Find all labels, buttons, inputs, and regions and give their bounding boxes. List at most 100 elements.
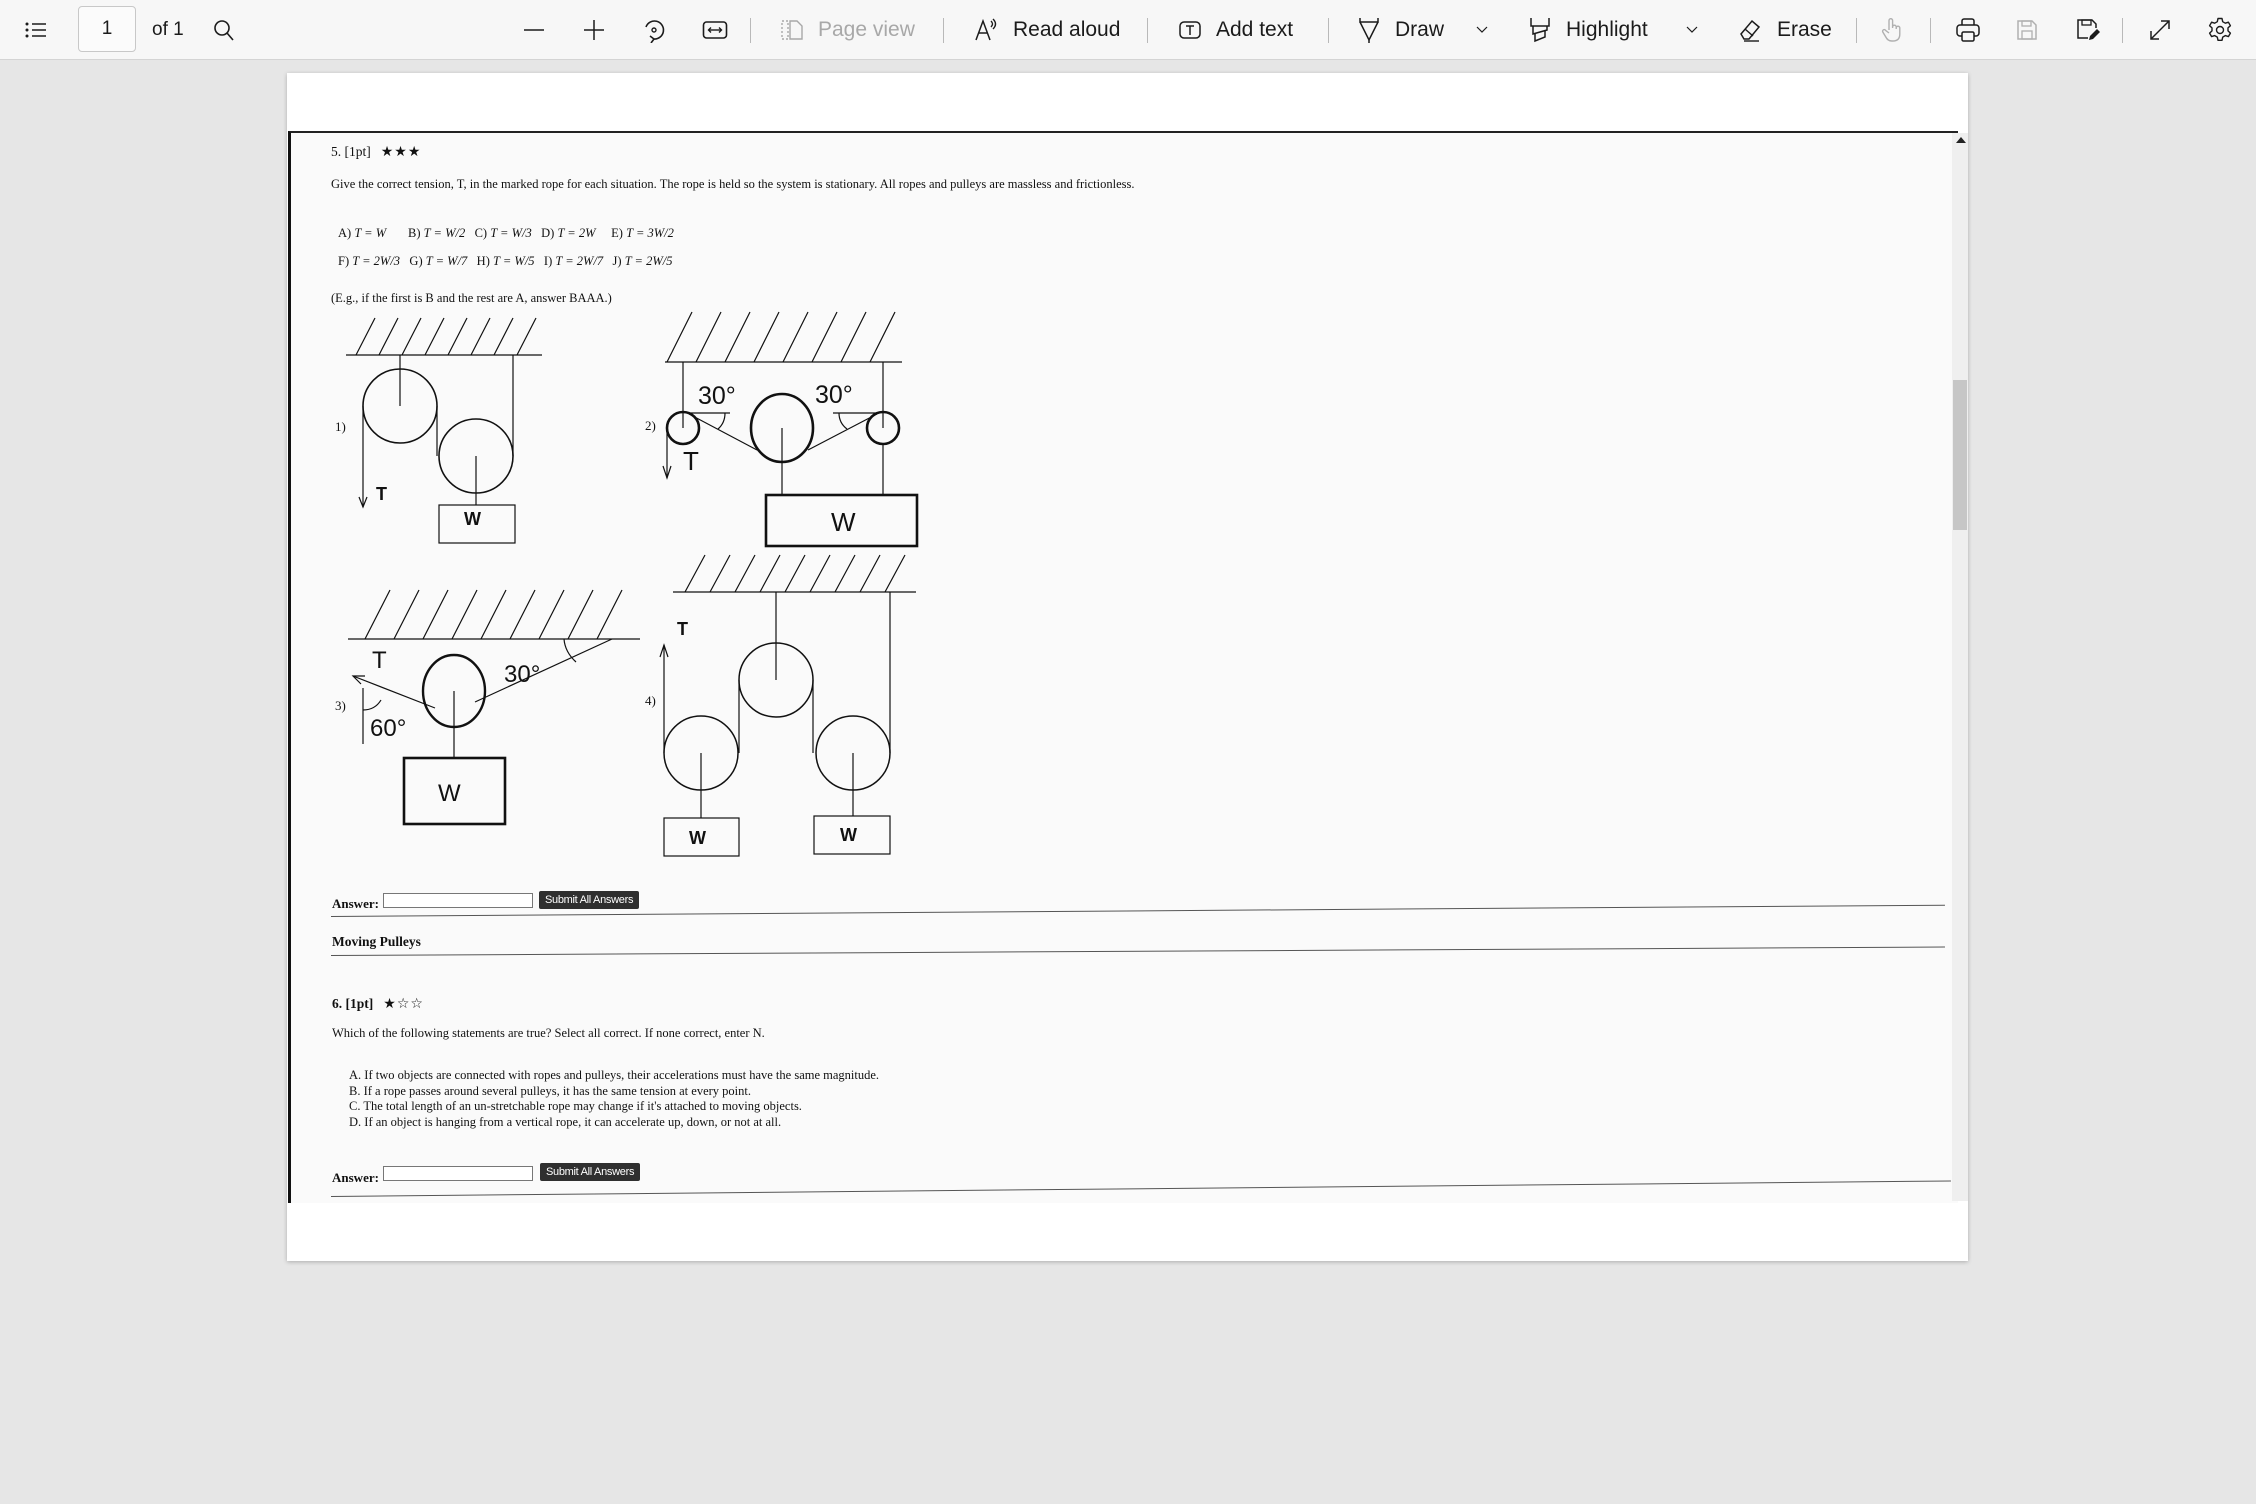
diagram-2-weight-label: W (831, 507, 856, 537)
draw-label: Draw (1395, 18, 1445, 41)
add-text-icon (1179, 21, 1201, 39)
diagram-4-tension-label: T (677, 619, 688, 639)
question-5-answer-input[interactable] (383, 893, 533, 908)
diagram-4-weight-right: W (840, 825, 857, 845)
save-button[interactable] (2015, 0, 2039, 60)
diagram-3-angle-30: 30° (504, 661, 540, 688)
highlight-options-dropdown[interactable] (1686, 0, 1698, 60)
question-6-prompt: Which of the following statements are tr… (332, 1026, 765, 1040)
diagram-3-weight-label: W (438, 780, 461, 807)
page-view-button[interactable]: Page view (780, 0, 915, 60)
chevron-down-icon (1476, 26, 1488, 33)
statement-d: D. If an object is hanging from a vertic… (349, 1114, 782, 1129)
option-key: A) (338, 226, 352, 240)
fit-width-button[interactable] (702, 0, 728, 60)
option-value: T = W/7 (425, 254, 468, 268)
page-view-label: Page view (818, 18, 915, 41)
option-key: F) (338, 254, 350, 268)
diagram-2-angle-right: 30° (815, 381, 853, 409)
plus-icon (584, 20, 604, 40)
option-value: T = 2W (557, 226, 596, 240)
toolbar-divider (750, 18, 751, 43)
save-as-icon (2077, 19, 2100, 40)
page-number-input[interactable]: 1 (78, 6, 136, 52)
read-aloud-button[interactable]: Read aloud (973, 0, 1120, 60)
pdf-toolbar: 1 of 1 Page view Read aloud Add text Dra… (0, 0, 2256, 60)
question-5-prompt: Give the correct tension, T, in the mark… (331, 177, 1135, 191)
chevron-down-icon (1686, 26, 1698, 33)
question-6-answer-input[interactable] (383, 1166, 533, 1181)
fit-width-icon (702, 21, 728, 39)
question-6-header: 6. [1pt] ★☆☆ (332, 996, 424, 1012)
highlighter-icon (1530, 18, 1550, 43)
page-view-icon (781, 20, 803, 40)
zoom-in-button[interactable] (582, 0, 606, 60)
diagram-1-tension-label: T (376, 484, 387, 504)
option-value: T = W/5 (493, 254, 535, 268)
rotate-button[interactable] (641, 0, 667, 60)
pulley-diagrams: 1) T W 2) T 30° 30° W 3) T 60° 30° W 4) … (335, 311, 919, 857)
toolbar-divider (1328, 18, 1329, 43)
question-5-header: 5. [1pt] ★★★ (331, 144, 421, 160)
option-value: T = W/2 (423, 226, 466, 240)
eraser-icon (1740, 19, 1761, 42)
option-key: H) (476, 254, 490, 268)
option-key: C) (474, 226, 488, 240)
search-button[interactable] (212, 0, 236, 60)
diagram-1 (346, 317, 542, 544)
diagram-2-angle-left: 30° (698, 382, 736, 410)
print-button[interactable] (1955, 0, 1981, 60)
diagram-1-label: 1) (335, 419, 346, 434)
fullscreen-button[interactable] (2148, 0, 2172, 60)
option-key: G) (409, 254, 423, 268)
add-text-label: Add text (1216, 18, 1294, 41)
question-6-number: 6. [1pt] (332, 996, 374, 1011)
scrollbar-thumb[interactable] (1953, 380, 1967, 530)
table-of-contents-button[interactable] (24, 0, 48, 60)
difficulty-stars: ★☆☆ (383, 996, 424, 1012)
diagram-4-label: 4) (645, 693, 656, 708)
scrollbar-track[interactable] (1952, 133, 1968, 1201)
settings-button[interactable] (2207, 0, 2233, 60)
erase-button[interactable]: Erase (1737, 0, 1832, 60)
option-value: T = 2W/7 (555, 254, 604, 268)
diagram-3-label: 3) (335, 698, 346, 713)
zoom-out-button[interactable] (522, 0, 546, 60)
scroll-up-arrow-icon[interactable] (1956, 137, 1966, 143)
option-key: D) (541, 226, 555, 240)
statement-b: B. If a rope passes around several pulle… (349, 1083, 751, 1098)
option-value: T = 2W/3 (352, 254, 401, 268)
diagram-3-tension-label: T (372, 647, 387, 674)
toolbar-divider (1856, 18, 1857, 43)
draw-options-dropdown[interactable] (1476, 0, 1488, 60)
gear-icon (2208, 17, 2232, 41)
add-text-button[interactable]: Add text (1178, 0, 1293, 60)
toolbar-divider (1147, 18, 1148, 43)
difficulty-stars: ★★★ (380, 144, 422, 160)
touch-mode-button[interactable] (1880, 0, 1904, 60)
read-aloud-label: Read aloud (1013, 18, 1121, 41)
statement-list: A. If two objects are connected with rop… (349, 1068, 879, 1130)
draw-button[interactable]: Draw (1357, 0, 1444, 60)
diagram-2 (662, 311, 919, 548)
question-6-submit-button[interactable]: Submit All Answers (540, 1163, 641, 1181)
option-key: I) (543, 254, 553, 268)
question-5-answer-label: Answer: (332, 896, 379, 911)
option-value: T = 2W/5 (624, 254, 673, 268)
diagram-1-weight-label: W (464, 509, 481, 529)
highlight-button[interactable]: Highlight (1528, 0, 1648, 60)
save-as-button[interactable] (2075, 0, 2101, 60)
diagram-3 (348, 589, 640, 826)
rotate-icon (645, 20, 665, 43)
save-icon (2017, 20, 2037, 40)
statement-a: A. If two objects are connected with rop… (349, 1068, 880, 1082)
option-value: T = 3W/2 (626, 226, 674, 240)
answer-options-row-1: A) T = W B) T = W/2 C) T = W/3 D) T = 2W… (338, 226, 798, 241)
option-key: B) (408, 226, 421, 240)
question-5-submit-button[interactable]: Submit All Answers (539, 891, 640, 909)
star-filled-icon: ★ (383, 996, 397, 1012)
page-total: of 1 (152, 19, 184, 40)
diagram-2-label: 2) (645, 418, 656, 433)
read-aloud-icon (975, 18, 997, 41)
print-icon (1956, 18, 1980, 42)
